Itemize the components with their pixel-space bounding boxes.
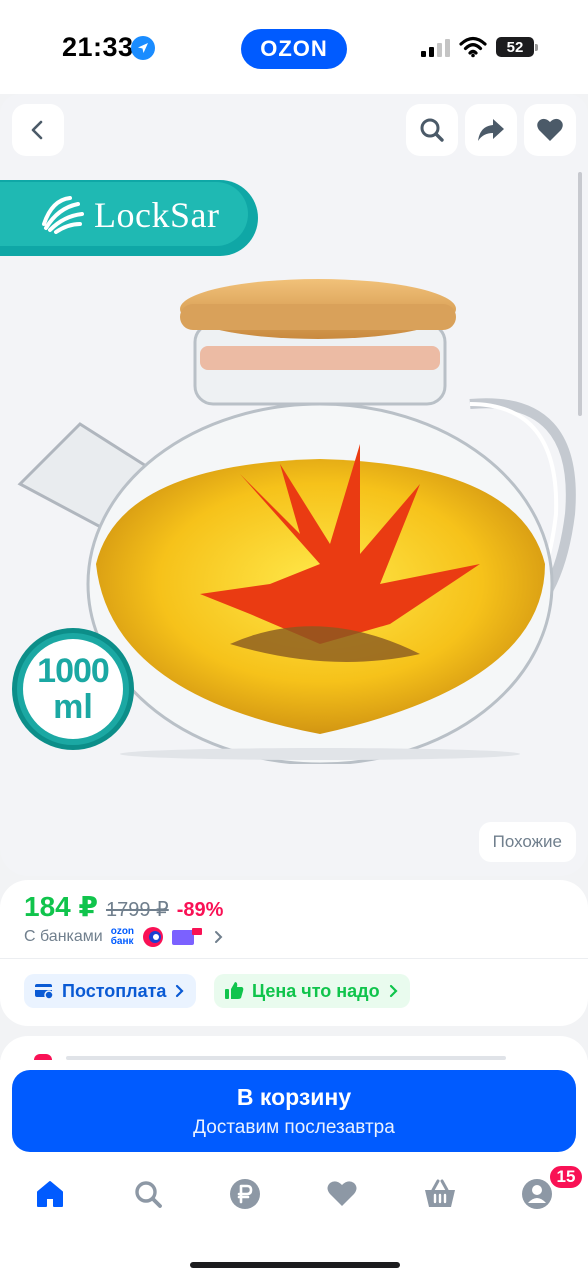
tab-cart[interactable]: [418, 1172, 462, 1216]
cart-subtitle: Доставим послезавтра: [193, 1116, 395, 1138]
location-arrow-icon: [131, 36, 155, 60]
price-card: 184 ₽ 1799 ₽ -89% С банками ozon банк Пос…: [0, 880, 588, 1026]
add-to-cart-button[interactable]: В корзину Доставим послезавтра: [12, 1070, 576, 1152]
card-icon: [35, 984, 54, 1000]
home-indicator: [190, 1262, 400, 1268]
share-icon: [478, 119, 504, 141]
profile-icon: [522, 1179, 552, 1209]
search-icon: [135, 1181, 162, 1208]
status-time: 21:33: [62, 32, 134, 62]
chevron-right-icon: [215, 931, 223, 943]
ozon-logo-pill[interactable]: OZON: [241, 29, 347, 69]
tab-finance[interactable]: [223, 1172, 267, 1216]
favorites-icon: [327, 1181, 357, 1206]
postpay-label: Постоплата: [62, 980, 167, 1001]
product-gallery[interactable]: LockSar 1000 ml Похожие: [0, 94, 588, 876]
price-row: 184 ₽ 1799 ₽ -89%: [24, 890, 223, 923]
tab-search[interactable]: [126, 1172, 170, 1216]
ruble-icon: [230, 1179, 260, 1209]
wifi-icon: [459, 36, 487, 58]
search-icon: [420, 118, 444, 142]
volume-unit: ml: [53, 688, 93, 726]
favorite-button[interactable]: [524, 104, 576, 156]
postpay-chip[interactable]: Постоплата: [24, 974, 197, 1008]
status-bar: 21:33 OZON 52: [0, 0, 588, 94]
profile-notification-badge: 15: [548, 1164, 584, 1190]
search-button[interactable]: [406, 104, 458, 156]
heart-icon: [537, 118, 563, 141]
old-price: 1799 ₽: [105, 899, 169, 921]
home-icon: [37, 1181, 63, 1207]
good-price-chip[interactable]: Цена что надо: [214, 974, 410, 1008]
chevron-right-icon: [176, 984, 184, 998]
tab-home[interactable]: [28, 1172, 72, 1216]
similar-button[interactable]: Похожие: [478, 822, 576, 862]
back-button[interactable]: [12, 104, 64, 156]
volume-number: 1000: [37, 652, 110, 690]
bank-logo-icon: [143, 927, 164, 947]
cellular-signal-icon: [421, 39, 450, 57]
cart-title: В корзину: [236, 1083, 352, 1110]
thumbs-up-icon: [225, 982, 244, 999]
brand-banner: LockSar: [0, 180, 258, 256]
banks-label: С банками: [24, 928, 103, 945]
tab-bar: [0, 1172, 588, 1222]
ozon-bank-logo: ozon банк: [110, 926, 135, 947]
tab-favorites[interactable]: [320, 1172, 364, 1216]
divider: [0, 958, 588, 959]
discount-percent: -89%: [176, 899, 224, 921]
battery-indicator: 52: [496, 37, 538, 57]
chevron-right-icon: [389, 984, 398, 998]
share-button[interactable]: [465, 104, 517, 156]
bottom-panel: В корзину Доставим послезавтра: [0, 1060, 588, 1280]
bank-card-icon: [172, 928, 203, 945]
good-price-label: Цена что надо: [252, 980, 380, 1001]
basket-icon: [425, 1179, 455, 1207]
volume-badge: 1000 ml: [12, 628, 134, 750]
brand-logo-mark: [42, 196, 84, 234]
current-price: 184 ₽: [24, 891, 98, 922]
brand-logo-text: LockSar: [94, 195, 220, 235]
banks-row[interactable]: С банками ozon банк: [24, 926, 226, 948]
back-icon: [31, 120, 43, 140]
